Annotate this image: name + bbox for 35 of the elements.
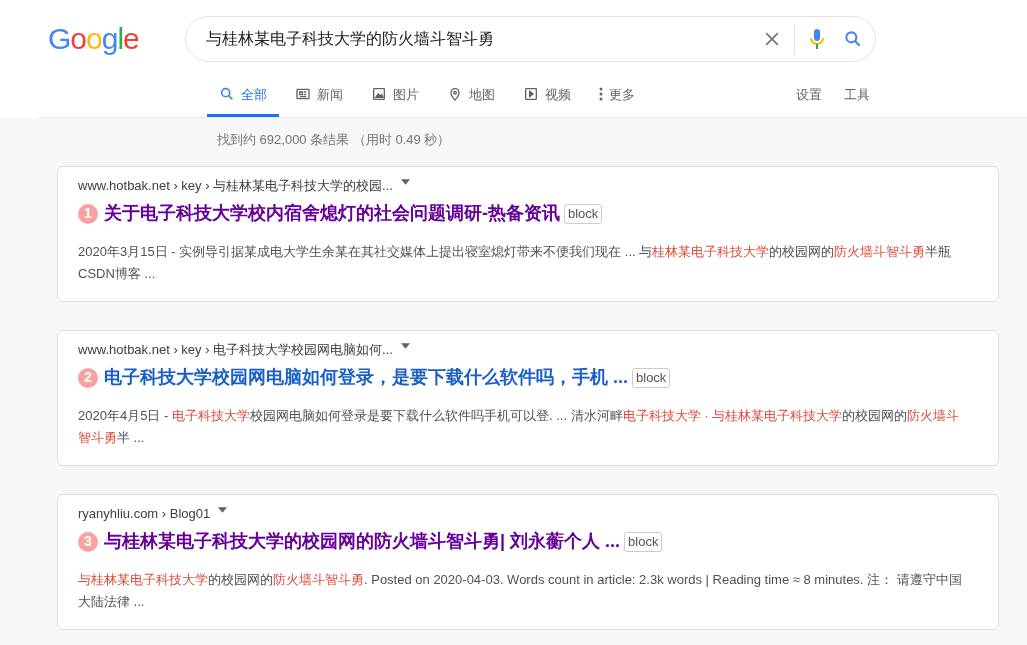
tab[interactable]: 新闻 bbox=[283, 84, 355, 117]
result-number: 1 bbox=[78, 203, 98, 224]
tab[interactable]: 视频 bbox=[511, 84, 583, 117]
search-icon[interactable] bbox=[843, 29, 863, 49]
result-snippet: 2020年4月5日 - 电子科技大学校园网电脑如何登录是要下载什么软件吗手机可以登. ... 清水河畔电子科技大学 · 与桂林某电子科技大学的校园网的防火墙斗智斗勇半 ... bbox=[78, 407, 961, 447]
block-button[interactable]: block bbox=[632, 367, 671, 388]
image-icon bbox=[371, 86, 387, 103]
tab[interactable]: 图片 bbox=[359, 84, 431, 117]
result-number: 3 bbox=[78, 531, 98, 552]
play-icon bbox=[523, 86, 539, 103]
result-title[interactable]: 关于电子科技大学校内宿舍熄灯的社会问题调研-热备资讯 bbox=[104, 200, 560, 227]
dropdown-caret-icon[interactable] bbox=[400, 342, 410, 349]
microphone-icon[interactable] bbox=[807, 27, 827, 51]
tools-link[interactable]: 设置 bbox=[796, 84, 822, 104]
tab[interactable]: 更多 bbox=[587, 84, 647, 117]
google-logo[interactable]: Google bbox=[48, 24, 185, 54]
dropdown-caret-icon[interactable] bbox=[218, 506, 228, 513]
more-icon bbox=[599, 86, 603, 103]
block-button[interactable]: block bbox=[564, 203, 603, 224]
tools-link[interactable]: 工具 bbox=[844, 84, 870, 104]
search-input[interactable]: 与桂林某电子科技大学的防火墙斗智斗勇 bbox=[206, 27, 762, 51]
result-snippet: 与桂林某电子科技大学的校园网的防火墙斗智斗勇. Posted on 2020-04-03. Words count in article: 2.3k words | Reading time ≈ 8 minutes. 注： 请遵守中国大陆法律 ... bbox=[78, 571, 963, 611]
breadcrumb[interactable]: www.hotbak.net › key › 电子科技大学校园网电脑如何... bbox=[78, 339, 393, 359]
block-button[interactable]: block bbox=[624, 531, 663, 552]
result-title[interactable]: 电子科技大学校园网电脑如何登录，是要下载什么软件吗，手机 ... bbox=[104, 364, 628, 391]
search-icon bbox=[219, 86, 235, 103]
map-pin-icon bbox=[447, 86, 463, 103]
result-stats: 找到约 692,000 条结果 （用时 0.49 秒） bbox=[217, 131, 452, 149]
result-number: 2 bbox=[78, 367, 98, 388]
breadcrumb[interactable]: www.hotbak.net › key › 与桂林某电子科技大学的校园... bbox=[78, 175, 393, 195]
result-snippet: 2020年3月15日 - 实例导引据某成电大学生余某在其社交媒体上提出寝室熄灯带来不便我们现在 ... 与桂林某电子科技大学的校园网的防火墙斗智斗勇半瓶CSDN博客 ... bbox=[78, 243, 953, 283]
dropdown-caret-icon[interactable] bbox=[400, 178, 410, 185]
tab[interactable]: 地图 bbox=[435, 84, 507, 117]
breadcrumb[interactable]: ryanyhliu.com › Blog01 bbox=[78, 503, 211, 523]
result-title[interactable]: 与桂林某电子科技大学的校园网的防火墙斗智斗勇| 刘永蘅个人 ... bbox=[104, 528, 621, 555]
